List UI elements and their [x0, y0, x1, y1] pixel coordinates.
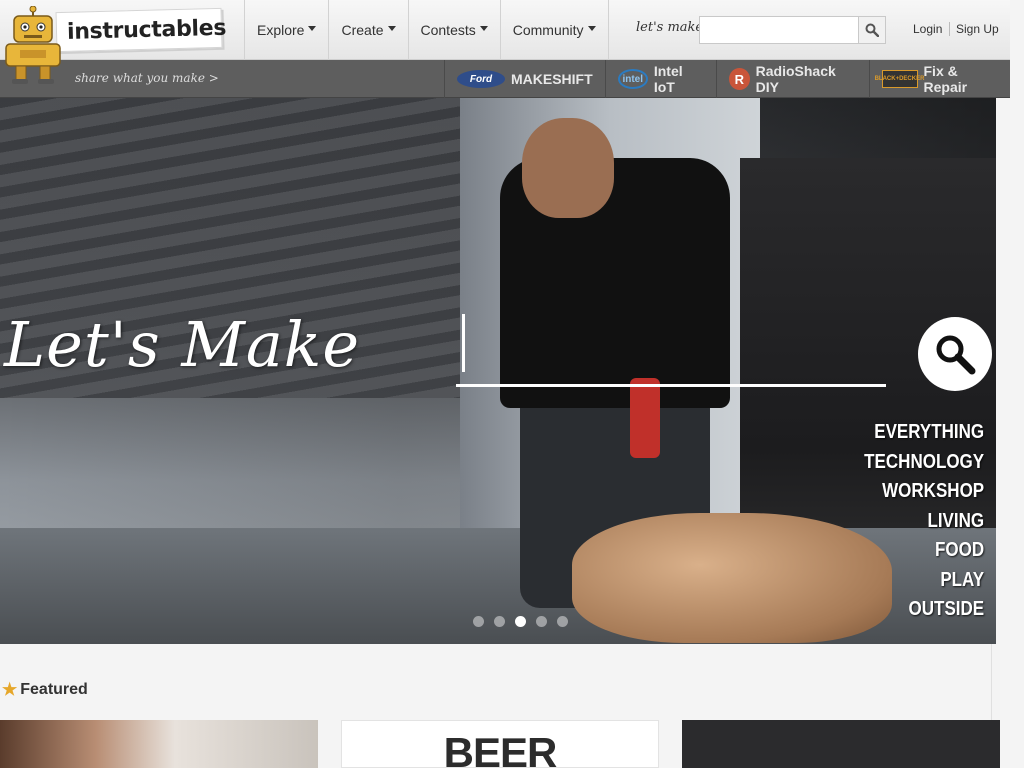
intel-logo-icon: intel [617, 69, 648, 89]
hero-banner: Let's Make EVERYTHING TECHNOLOGY WORKSHO… [0, 98, 996, 644]
search-label: let's make [636, 20, 704, 35]
sponsor-radioshack-diy[interactable]: R RadioShack DIY [716, 60, 869, 98]
black-decker-logo-icon: BLACK+DECKER [875, 70, 924, 88]
sponsor-label: Intel IoT [653, 63, 683, 95]
nav-contests-label: Contests [420, 22, 476, 38]
chevron-down-icon [479, 25, 488, 31]
hero-text-cursor [462, 314, 465, 372]
slide-indicators [473, 616, 568, 627]
ford-logo-icon: Ford [457, 70, 505, 88]
slide-dot[interactable] [515, 616, 526, 627]
signup-link[interactable]: Sign Up [956, 22, 999, 36]
category-links: EVERYTHING TECHNOLOGY WORKSHOP LIVING FO… [843, 418, 984, 625]
robot-mascot-icon[interactable] [2, 6, 64, 86]
featured-card-title: BEER [443, 729, 558, 768]
divider [949, 22, 950, 36]
category-workshop[interactable]: WORKSHOP [864, 477, 984, 507]
hero-search-input[interactable] [456, 384, 886, 387]
search-icon [936, 335, 976, 375]
login-link[interactable]: Login [913, 22, 942, 36]
logo-text: instructables [66, 15, 227, 45]
hero-drill [630, 378, 660, 458]
hero-title: Let's Make [4, 308, 361, 381]
featured-card[interactable] [682, 720, 1000, 768]
radioshack-logo-icon: R [729, 68, 750, 90]
featured-card[interactable] [0, 720, 318, 768]
nav-create-label: Create [341, 22, 384, 38]
sponsor-links: Ford MAKESHIFT intel Intel IoT R RadioSh… [444, 60, 1010, 98]
featured-heading-label: Featured [20, 681, 88, 698]
category-play[interactable]: PLAY [864, 566, 984, 596]
chevron-down-icon [387, 25, 396, 31]
nav-explore[interactable]: Explore [244, 0, 328, 60]
category-living[interactable]: LIVING [864, 507, 984, 537]
search-button[interactable] [858, 16, 886, 44]
sponsor-label: MAKESHIFT [511, 71, 593, 87]
search-icon [865, 23, 879, 37]
slide-dot[interactable] [536, 616, 547, 627]
sponsor-label: Fix & Repair [923, 63, 968, 95]
hero-person-head [522, 118, 614, 218]
slide-dot[interactable] [494, 616, 505, 627]
sponsor-makeshift[interactable]: Ford MAKESHIFT [444, 60, 605, 98]
slide-dot[interactable] [473, 616, 484, 627]
star-icon: ★ [2, 680, 18, 699]
sponsor-bar: share what you make > Ford MAKESHIFT int… [0, 60, 1010, 98]
nav-create[interactable]: Create [328, 0, 407, 60]
sponsor-label: RadioShack DIY [755, 63, 836, 95]
nav-community-label: Community [512, 22, 584, 38]
top-header: instructables Explore Create Contests Co… [0, 0, 1010, 60]
nav-contests[interactable]: Contests [407, 0, 500, 60]
slide-dot[interactable] [557, 616, 568, 627]
featured-card[interactable]: BEER [341, 720, 659, 768]
chevron-down-icon [308, 25, 317, 31]
category-everything[interactable]: EVERYTHING [864, 418, 984, 448]
logo[interactable]: instructables [55, 7, 226, 53]
nav-explore-label: Explore [257, 22, 305, 38]
featured-heading: ★ Featured [2, 680, 88, 700]
search-input[interactable] [699, 16, 859, 44]
category-outside[interactable]: OUTSIDE [864, 595, 984, 625]
nav-community[interactable]: Community [499, 0, 609, 60]
chevron-down-icon [587, 25, 596, 31]
sponsor-fix-repair[interactable]: BLACK+DECKER Fix & Repair [868, 60, 1011, 98]
category-technology[interactable]: TECHNOLOGY [864, 448, 984, 478]
main-nav: Explore Create Contests Community [244, 0, 609, 60]
category-food[interactable]: FOOD [864, 536, 984, 566]
tagline[interactable]: share what you make > [75, 71, 219, 85]
sponsor-intel-iot[interactable]: intel Intel IoT [604, 60, 716, 98]
hero-search-button[interactable] [918, 317, 992, 391]
